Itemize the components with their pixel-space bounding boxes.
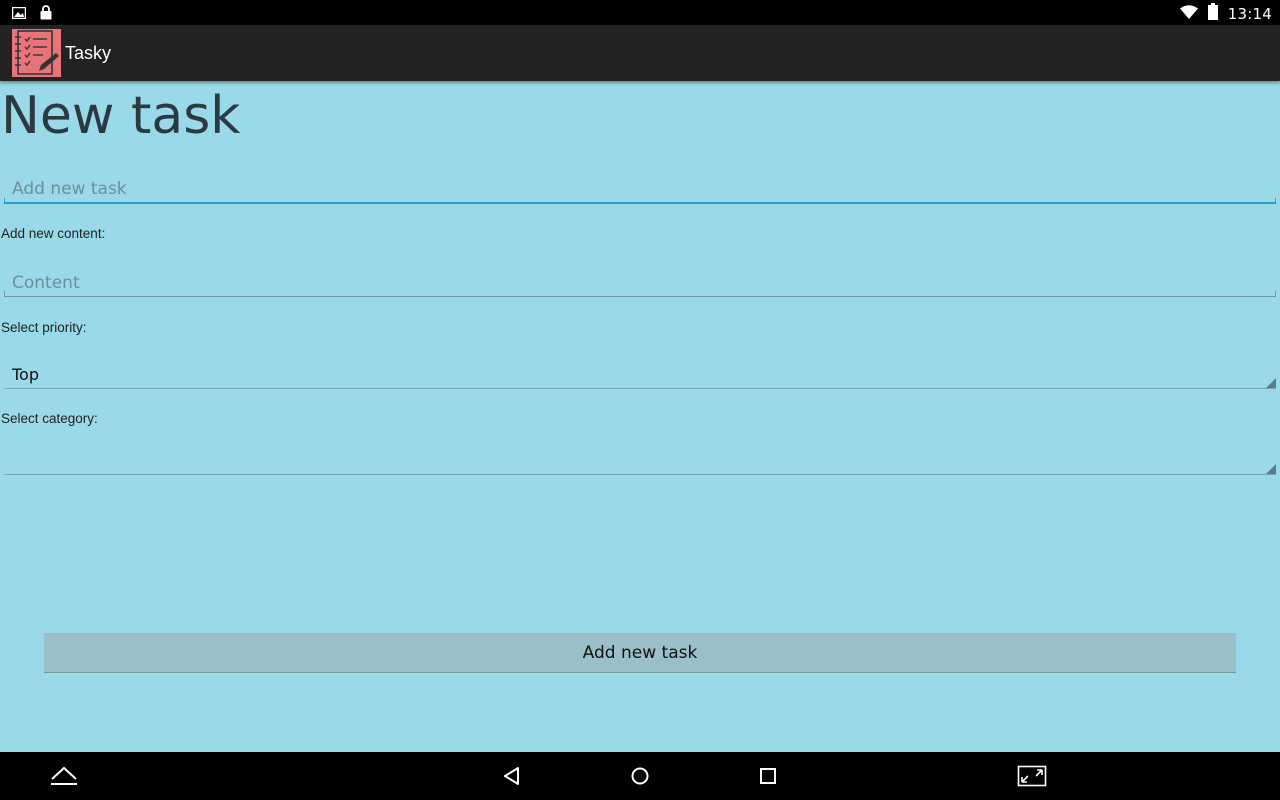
category-spinner[interactable] xyxy=(4,440,1276,475)
page-title: New task xyxy=(1,86,241,146)
expand-up-icon[interactable] xyxy=(44,752,84,800)
status-bar: 13:14 xyxy=(0,0,1280,25)
action-bar: Tasky xyxy=(0,25,1280,81)
app-title: Tasky xyxy=(65,43,112,63)
content-input[interactable] xyxy=(4,266,1276,300)
clock: 13:14 xyxy=(1227,5,1272,23)
image-icon xyxy=(11,6,27,24)
priority-spinner[interactable]: Top xyxy=(4,356,1276,389)
category-label: Select category: xyxy=(1,411,98,426)
content-underline xyxy=(4,291,1276,297)
navigation-bar xyxy=(0,752,1280,800)
dropdown-arrow-icon xyxy=(1266,464,1276,474)
priority-underline xyxy=(4,388,1276,389)
home-icon[interactable] xyxy=(624,752,656,800)
checklist-notebook-icon[interactable] xyxy=(12,29,61,77)
priority-selected-value: Top xyxy=(12,365,39,384)
back-icon[interactable] xyxy=(496,752,528,800)
dropdown-arrow-icon xyxy=(1266,378,1276,388)
recents-icon[interactable] xyxy=(752,752,784,800)
content-label: Add new content: xyxy=(1,226,106,241)
category-underline xyxy=(4,474,1276,475)
lock-icon xyxy=(40,5,52,25)
task-name-input[interactable] xyxy=(4,172,1276,206)
screen-resize-icon[interactable] xyxy=(1014,752,1050,800)
priority-label: Select priority: xyxy=(1,320,87,335)
task-name-underline xyxy=(4,198,1276,204)
wifi-icon xyxy=(1179,4,1198,24)
battery-icon xyxy=(1207,3,1218,25)
add-new-task-button[interactable]: Add new task xyxy=(44,633,1236,673)
